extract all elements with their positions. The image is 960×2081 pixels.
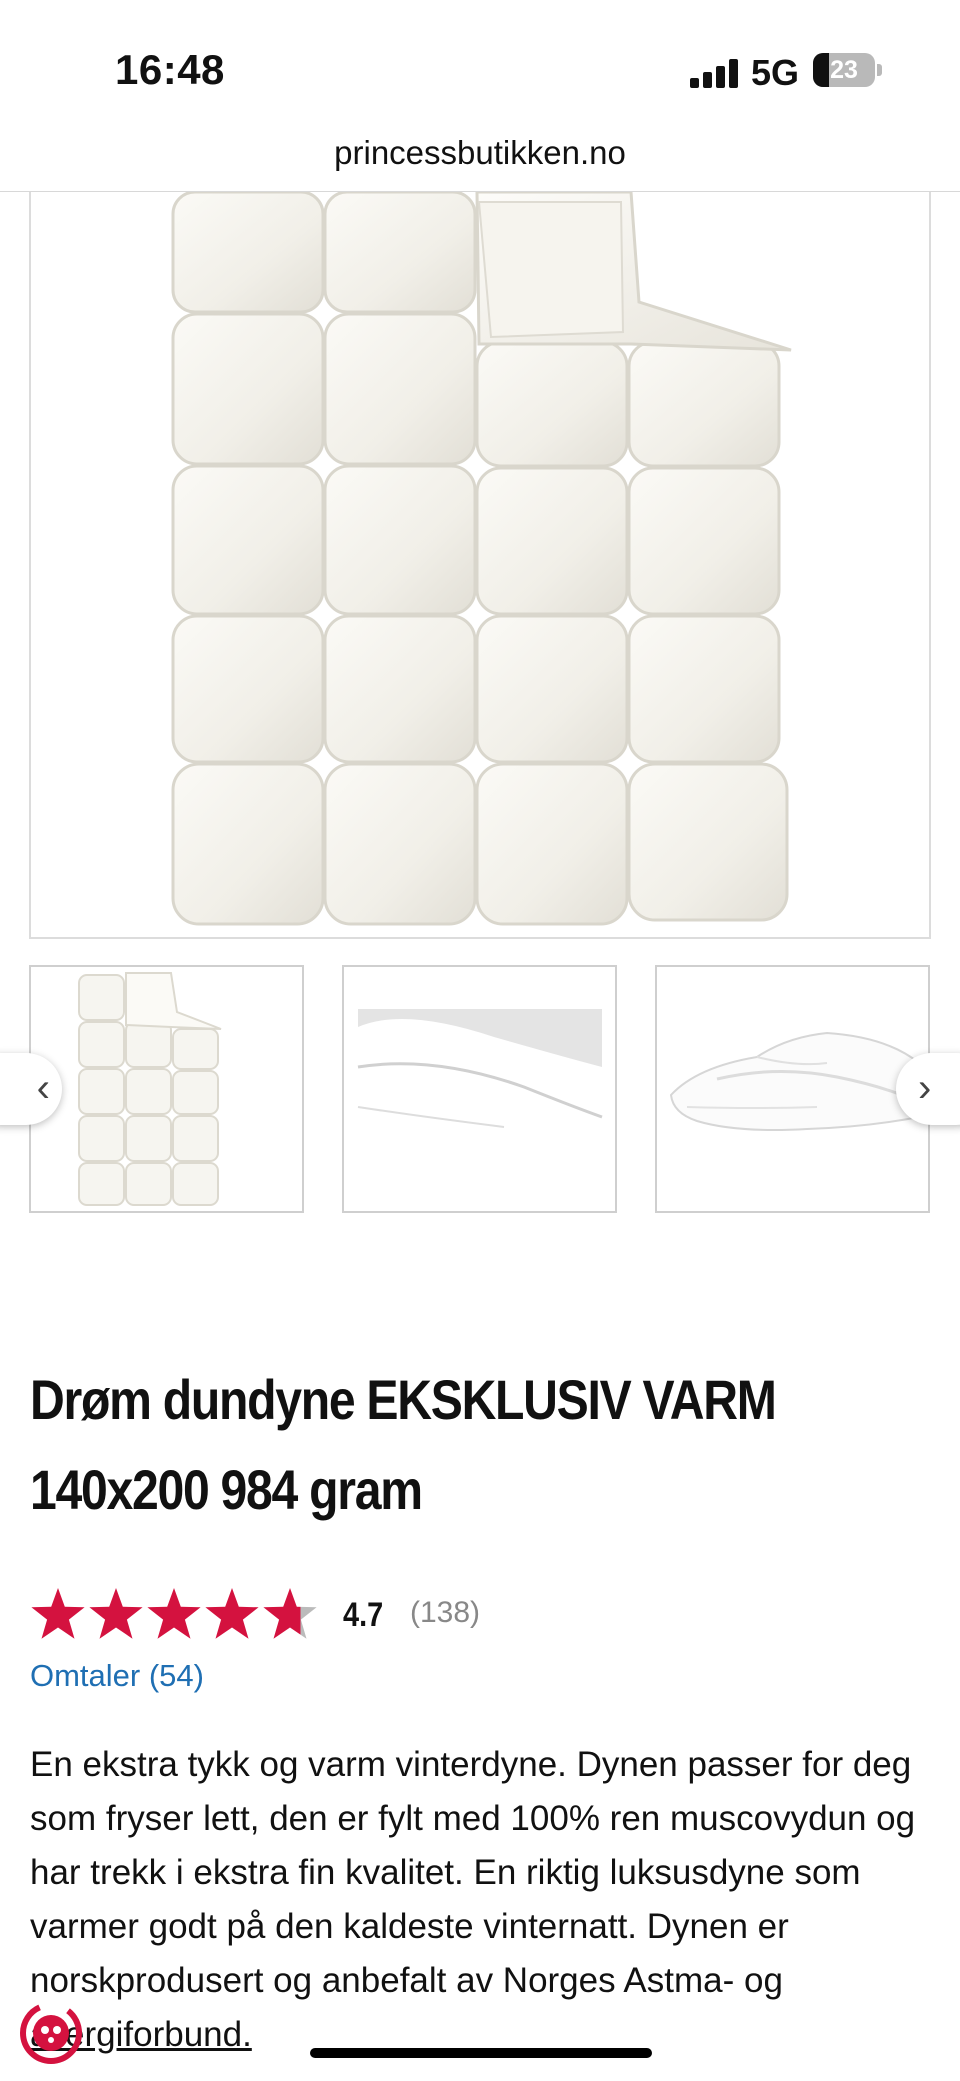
product-title: Drøm dundyne EKSKLUSIV VARM 140x200 984 … <box>30 1355 924 1535</box>
thumbnail-strip <box>0 965 960 1215</box>
clock: 16:48 <box>115 46 225 93</box>
rating-star-3 <box>147 1588 201 1639</box>
product-description: En ekstra tykk og varm vinterdyne. Dynen… <box>30 1738 930 2062</box>
rating-value: 4.7 <box>343 1596 384 1634</box>
home-indicator <box>310 2048 652 2058</box>
reviews-link[interactable]: Omtaler (54) <box>30 1658 204 1694</box>
description-text: En ekstra tykk og varm vinterdyne. Dynen… <box>30 1745 916 2000</box>
gallery-next-button[interactable]: › <box>896 1053 960 1125</box>
thumb-duvet-folded-image <box>669 1031 920 1131</box>
signal-icon <box>690 58 740 88</box>
rating-star-4 <box>205 1588 259 1639</box>
battery-tip <box>877 64 882 76</box>
battery-icon: 23 <box>813 53 875 87</box>
thumbnail-2[interactable] <box>342 965 617 1213</box>
battery-percent: 23 <box>830 56 858 84</box>
product-rating[interactable]: 4.7 (138) <box>30 1586 730 1642</box>
product-title-line1: Drøm dundyne EKSKLUSIV VARM <box>30 1368 777 1431</box>
duvet-image <box>171 192 801 930</box>
rating-star-2 <box>89 1588 143 1639</box>
thumb-duvet-flat-image <box>78 972 222 1206</box>
rating-star-5 <box>263 1588 317 1639</box>
chat-widget-icon[interactable] <box>18 2000 84 2066</box>
rating-star-1 <box>31 1588 85 1639</box>
status-bar: 16:48 5G 23 <box>0 0 960 120</box>
star-rating-icon <box>31 1588 317 1639</box>
network-label: 5G <box>751 52 800 93</box>
rating-count: (138) <box>410 1596 481 1629</box>
thumbnail-1[interactable] <box>29 965 304 1213</box>
main-product-image[interactable] <box>29 192 931 939</box>
url-text[interactable]: princessbutikken.no <box>334 134 626 171</box>
product-title-line2: 140x200 984 gram <box>30 1458 423 1521</box>
thumbnail-3[interactable] <box>655 965 930 1213</box>
thumb-pillow-image <box>357 1009 603 1128</box>
address-bar[interactable]: princessbutikken.no <box>0 120 960 192</box>
